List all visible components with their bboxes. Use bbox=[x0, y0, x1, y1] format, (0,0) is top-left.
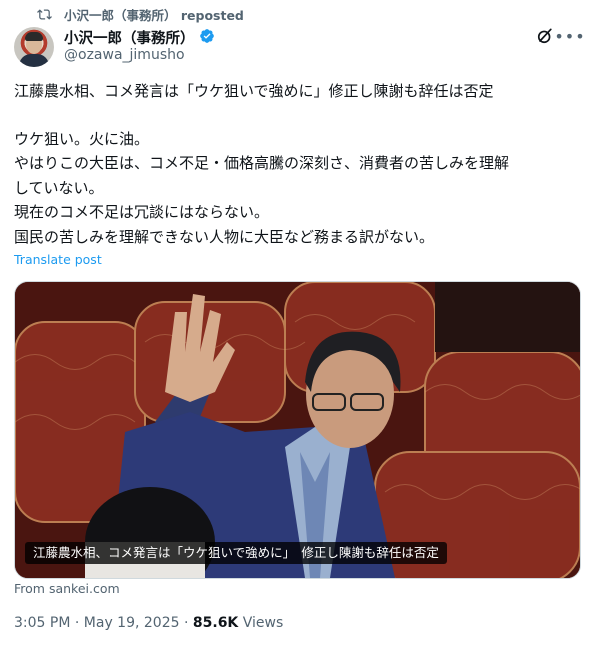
translate-post-link[interactable]: Translate post bbox=[14, 252, 102, 267]
link-card-caption: 江藤農水相、コメ発言は「ウケ狙いで強めに」 修正し陳謝も辞任は否定 bbox=[25, 542, 447, 564]
post-time[interactable]: 3:05 PM bbox=[14, 615, 70, 631]
post-text-line: ウケ狙い。火に油。 bbox=[14, 130, 150, 148]
repost-banner: 小沢一郎（事務所） reposted bbox=[36, 5, 244, 24]
views-count: 85.6K bbox=[192, 615, 239, 631]
author-name-row: 小沢一郎（事務所） bbox=[64, 27, 215, 48]
repost-text[interactable]: 小沢一郎（事務所） reposted bbox=[64, 5, 244, 24]
repost-icon bbox=[36, 6, 52, 22]
post-date[interactable]: May 19, 2025 bbox=[84, 615, 180, 631]
author-name[interactable]: 小沢一郎（事務所） bbox=[64, 27, 195, 48]
grok-icon[interactable] bbox=[535, 26, 555, 46]
link-source[interactable]: From sankei.com bbox=[14, 581, 120, 596]
post-metadata: 3:05 PM · May 19, 2025 · 85.6K Views bbox=[14, 615, 283, 631]
author-avatar[interactable] bbox=[14, 27, 54, 67]
news-photo bbox=[15, 282, 580, 578]
meta-separator: · bbox=[74, 615, 84, 631]
link-card-image[interactable]: 江藤農水相、コメ発言は「ウケ狙いで強めに」 修正し陳謝も辞任は否定 bbox=[14, 281, 581, 579]
post-text-line: していない。 bbox=[14, 179, 104, 197]
post-text-line: 江藤農水相、コメ発言は「ウケ狙いで強めに」修正し陳謝も辞任は否定 bbox=[14, 82, 494, 100]
post-text-line: やはりこの大臣は、コメ不足・価格高騰の深刻さ、消費者の苦しみを理解 bbox=[14, 154, 510, 172]
meta-separator: · bbox=[183, 615, 193, 631]
author-handle[interactable]: @ozawa_jimusho bbox=[64, 47, 185, 63]
views-label: Views bbox=[242, 615, 284, 631]
more-options-icon[interactable]: ••• bbox=[554, 26, 584, 46]
post-text-line: 国民の苦しみを理解できない人物に大臣など務まる訳がない。 bbox=[14, 228, 435, 246]
post-text-line: 現在のコメ不足は冗談にはならない。 bbox=[14, 203, 270, 221]
verified-badge-icon bbox=[199, 28, 215, 48]
